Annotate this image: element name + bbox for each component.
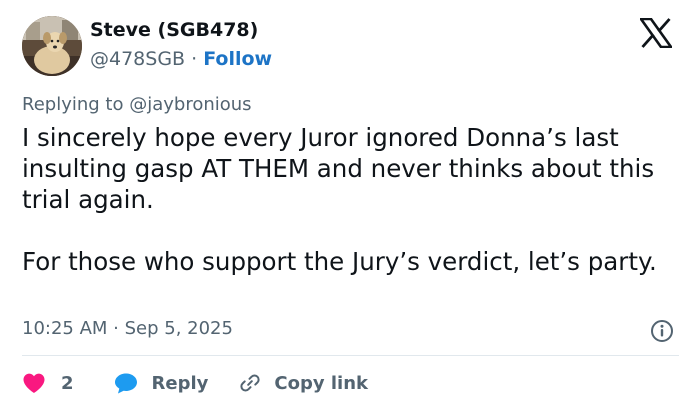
- action-divider: [22, 355, 679, 356]
- heart-icon: [23, 373, 45, 393]
- tweet-card: Steve (SGB478) @478SGB · Follow Replying…: [0, 0, 700, 410]
- copy-link-label: Copy link: [274, 372, 368, 394]
- tweet-paragraph-1: I sincerely hope every Juror ignored Don…: [22, 123, 655, 214]
- author-name[interactable]: Steve (SGB478): [90, 19, 258, 41]
- tweet-text: I sincerely hope every Juror ignored Don…: [22, 122, 690, 277]
- reply-button[interactable]: Reply: [114, 372, 209, 394]
- reply-label: Reply: [151, 372, 209, 394]
- dog-avatar-icon: [22, 16, 82, 76]
- follow-link[interactable]: Follow: [203, 48, 272, 70]
- x-logo-icon[interactable]: [638, 17, 674, 49]
- tweet-timestamp[interactable]: 10:25 AM · Sep 5, 2025: [22, 318, 233, 339]
- handle-separator: ·: [185, 48, 204, 70]
- like-button[interactable]: 2: [22, 372, 74, 394]
- reply-bubble-icon: [114, 373, 137, 394]
- copy-link-button[interactable]: Copy link: [238, 371, 368, 395]
- replying-prefix: Replying to: [22, 94, 130, 115]
- author-avatar[interactable]: [22, 16, 82, 76]
- link-icon: [240, 374, 260, 392]
- like-count: 2: [61, 372, 74, 394]
- replying-handle[interactable]: @jaybronious: [129, 94, 251, 115]
- tweet-paragraph-2: For those who support the Jury’s verdict…: [22, 247, 657, 276]
- info-icon[interactable]: [650, 319, 674, 343]
- author-handle[interactable]: @478SGB: [90, 48, 185, 70]
- action-bar: 2 Reply Copy link: [22, 370, 368, 396]
- author-handle-line: @478SGB · Follow: [90, 48, 272, 70]
- replying-to: Replying to @jaybronious: [22, 94, 252, 115]
